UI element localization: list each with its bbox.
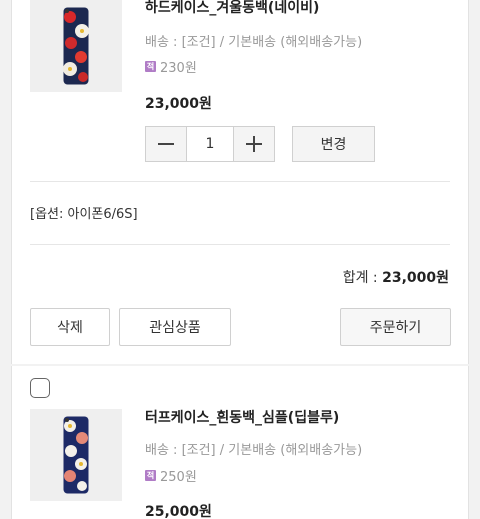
points-info: 적 230원: [145, 57, 197, 76]
product-thumbnail[interactable]: [30, 0, 122, 92]
order-button[interactable]: 주문하기: [340, 308, 451, 346]
divider: [30, 244, 450, 245]
quantity-input[interactable]: 1: [187, 126, 233, 162]
phone-case-image: [63, 7, 89, 85]
quantity-increase-button[interactable]: [233, 126, 275, 162]
product-title[interactable]: 터프케이스_흰동백_심플(딥블루): [145, 407, 339, 427]
change-quantity-button[interactable]: 변경: [292, 126, 375, 162]
plus-icon: [246, 136, 262, 152]
points-value: 250원: [160, 470, 197, 485]
cart-item-card: 터프케이스_흰동백_심플(딥블루) 배송 : [조건] / 기본배송 (해외배송…: [11, 366, 469, 519]
product-option: [옵션: 아이폰6/6S]: [30, 207, 138, 222]
select-checkbox[interactable]: [30, 378, 50, 398]
points-icon: 적: [145, 470, 156, 481]
item-total: 합계 : 23,000원: [343, 267, 449, 287]
cart-item-card: 하드케이스_겨울동백(네이비) 배송 : [조건] / 기본배송 (해외배송가능…: [11, 0, 469, 364]
minus-icon: [158, 143, 174, 145]
delete-button[interactable]: 삭제: [30, 308, 110, 346]
points-info: 적 250원: [145, 466, 197, 485]
product-price: 25,000원: [145, 504, 212, 519]
points-icon: 적: [145, 61, 156, 72]
product-title[interactable]: 하드케이스_겨울동백(네이비): [145, 0, 319, 17]
points-value: 230원: [160, 61, 197, 76]
total-label: 합계 :: [342, 270, 383, 286]
phone-case-image: [63, 416, 89, 494]
product-price: 23,000원: [145, 96, 212, 112]
shipping-info: 배송 : [조건] / 기본배송 (해외배송가능): [145, 443, 363, 458]
divider: [30, 181, 450, 182]
quantity-decrease-button[interactable]: [145, 126, 187, 162]
quantity-stepper: 1: [145, 126, 275, 162]
product-thumbnail[interactable]: [30, 409, 122, 501]
wishlist-button[interactable]: 관심상품: [119, 308, 231, 346]
total-value: 23,000원: [382, 270, 449, 286]
shipping-info: 배송 : [조건] / 기본배송 (해외배송가능): [145, 35, 363, 50]
